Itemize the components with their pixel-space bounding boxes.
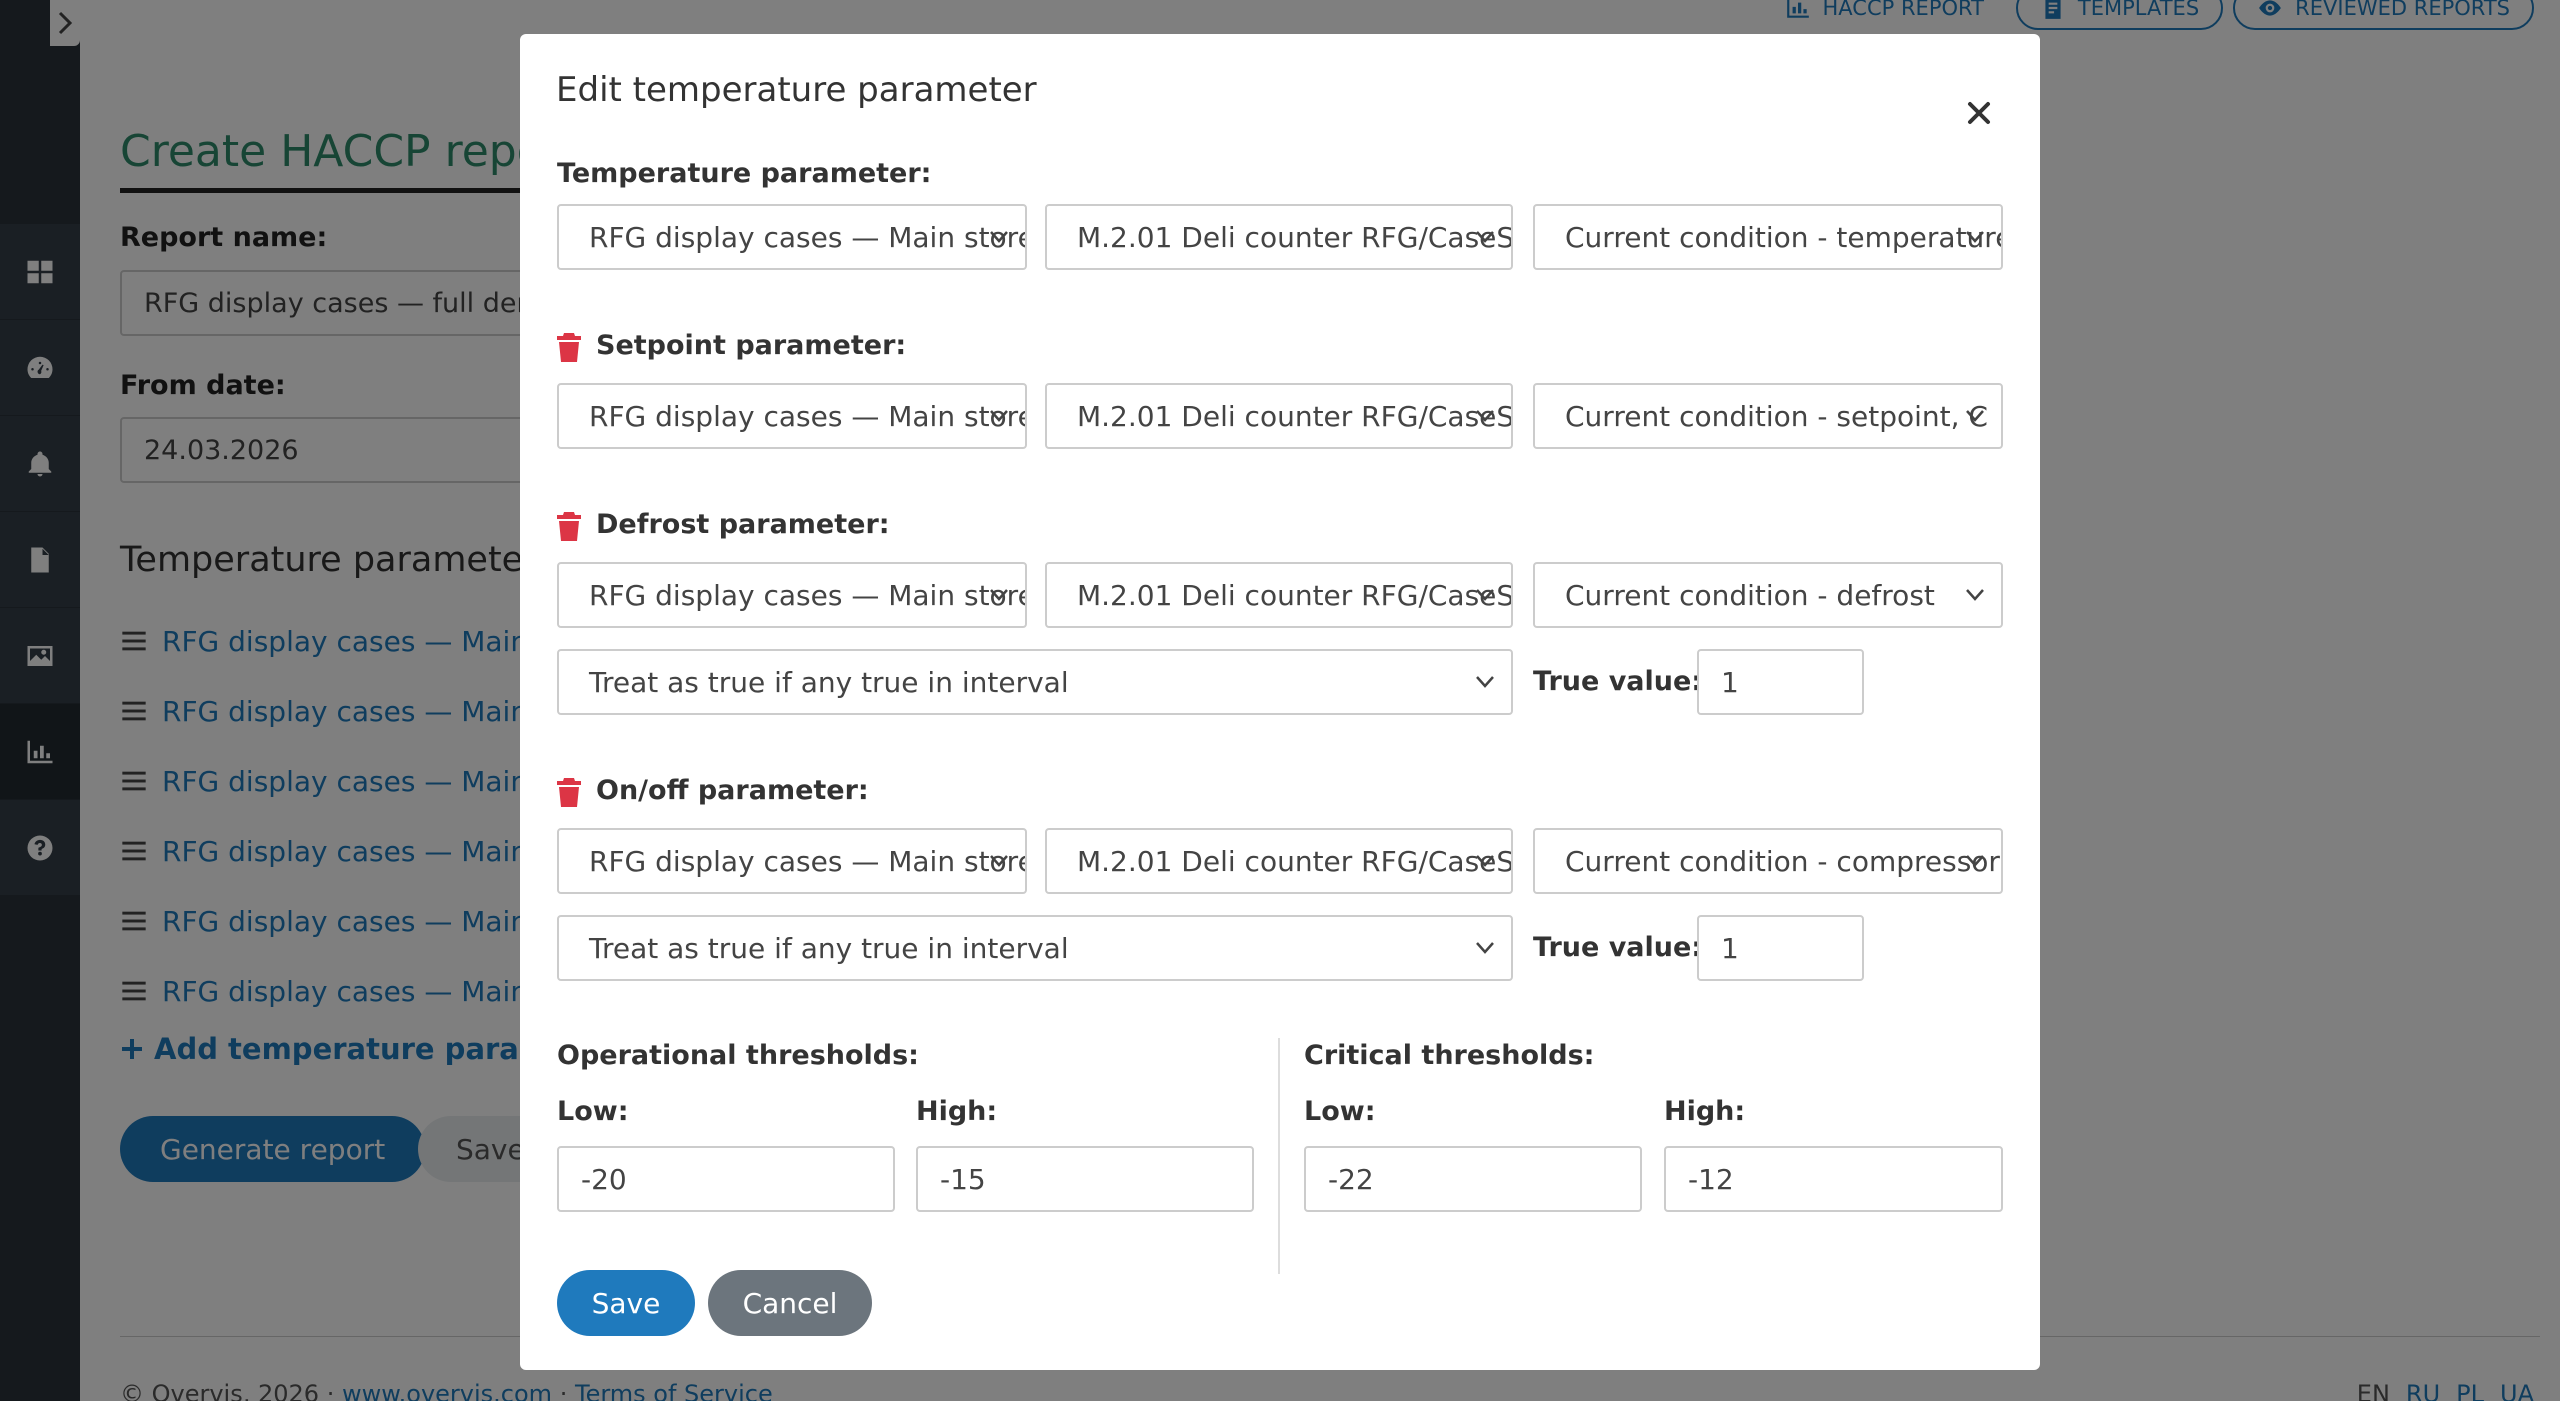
chevron-down-icon [1966, 589, 1984, 601]
defrost-true-value-input[interactable]: 1 [1697, 649, 1864, 715]
temperature-device-select[interactable]: M.2.01 Deli counter RFG/CaseSL [1045, 204, 1513, 270]
select-value: M.2.01 Deli counter RFG/CaseSL [1077, 844, 1513, 878]
defrost-device-select[interactable]: M.2.01 Deli counter RFG/CaseSL [1045, 562, 1513, 628]
temperature-source-select[interactable]: RFG display cases — Main store [557, 204, 1027, 270]
chevron-down-icon [1476, 855, 1494, 867]
critical-low-label: Low: [1304, 1096, 1376, 1127]
chevron-down-icon [1966, 231, 1984, 243]
defrost-variable-select[interactable]: Current condition - defrost [1533, 562, 2003, 628]
dialog-title: Edit temperature parameter [556, 70, 1037, 110]
onoff-mode-select[interactable]: Treat as true if any true in interval [557, 915, 1513, 981]
defrost-source-select[interactable]: RFG display cases — Main store [557, 562, 1027, 628]
select-value: Current condition - defrost [1565, 578, 1935, 612]
critical-high-label: High: [1664, 1096, 1746, 1127]
select-value: Treat as true if any true in interval [589, 931, 1069, 965]
chevron-down-icon [1476, 410, 1494, 422]
onoff-variable-select[interactable]: Current condition - compressor [1533, 828, 2003, 894]
setpoint-parameter-label: Setpoint parameter: [596, 330, 907, 361]
select-value: M.2.01 Deli counter RFG/CaseSL [1077, 220, 1513, 254]
chevron-down-icon [1476, 676, 1494, 688]
select-value: Treat as true if any true in interval [589, 665, 1069, 699]
thresholds-divider [1278, 1038, 1280, 1274]
temperature-parameter-label: Temperature parameter: [557, 158, 932, 189]
chevron-down-icon [990, 589, 1008, 601]
onoff-parameter-label: On/off parameter: [596, 775, 869, 806]
select-value: M.2.01 Deli counter RFG/CaseSL [1077, 399, 1513, 433]
chevron-down-icon [990, 410, 1008, 422]
onoff-true-value-input[interactable]: 1 [1697, 915, 1864, 981]
defrost-true-value-label: True value: [1533, 666, 1703, 697]
operational-low-input[interactable]: -20 [557, 1146, 895, 1212]
critical-thresholds-label: Critical thresholds: [1304, 1040, 1595, 1071]
select-value: RFG display cases — Main store [589, 844, 1027, 878]
chevron-down-icon [1476, 942, 1494, 954]
defrost-parameter-label: Defrost parameter: [596, 509, 890, 540]
operational-high-input[interactable]: -15 [916, 1146, 1254, 1212]
chevron-down-icon [1476, 231, 1494, 243]
select-value: M.2.01 Deli counter RFG/CaseSL [1077, 578, 1513, 612]
operational-low-label: Low: [557, 1096, 629, 1127]
critical-high-input[interactable]: -12 [1664, 1146, 2003, 1212]
setpoint-device-select[interactable]: M.2.01 Deli counter RFG/CaseSL [1045, 383, 1513, 449]
onoff-source-select[interactable]: RFG display cases — Main store [557, 828, 1027, 894]
cancel-button[interactable]: Cancel [708, 1270, 872, 1336]
defrost-mode-select[interactable]: Treat as true if any true in interval [557, 649, 1513, 715]
chevron-down-icon [1966, 410, 1984, 422]
close-icon[interactable] [1964, 98, 1994, 128]
trash-icon[interactable] [557, 511, 581, 541]
select-value: RFG display cases — Main store [589, 399, 1027, 433]
operational-high-label: High: [916, 1096, 998, 1127]
chevron-down-icon [990, 855, 1008, 867]
trash-icon[interactable] [557, 332, 581, 362]
onoff-true-value-label: True value: [1533, 932, 1703, 963]
chevron-down-icon [1476, 589, 1494, 601]
select-value: Current condition - setpoint, C [1565, 399, 1988, 433]
setpoint-variable-select[interactable]: Current condition - setpoint, C [1533, 383, 2003, 449]
chevron-down-icon [1966, 855, 1984, 867]
chevron-down-icon [990, 231, 1008, 243]
select-value: Current condition - compressor [1565, 844, 2000, 878]
temperature-variable-select[interactable]: Current condition - temperature [1533, 204, 2003, 270]
save-button[interactable]: Save [557, 1270, 695, 1336]
select-value: RFG display cases — Main store [589, 578, 1027, 612]
select-value: Current condition - temperature [1565, 220, 2003, 254]
setpoint-source-select[interactable]: RFG display cases — Main store [557, 383, 1027, 449]
onoff-device-select[interactable]: M.2.01 Deli counter RFG/CaseSL [1045, 828, 1513, 894]
critical-low-input[interactable]: -22 [1304, 1146, 1642, 1212]
operational-thresholds-label: Operational thresholds: [557, 1040, 919, 1071]
trash-icon[interactable] [557, 777, 581, 807]
edit-temperature-parameter-dialog: Edit temperature parameter Temperature p… [520, 34, 2040, 1370]
select-value: RFG display cases — Main store [589, 220, 1027, 254]
